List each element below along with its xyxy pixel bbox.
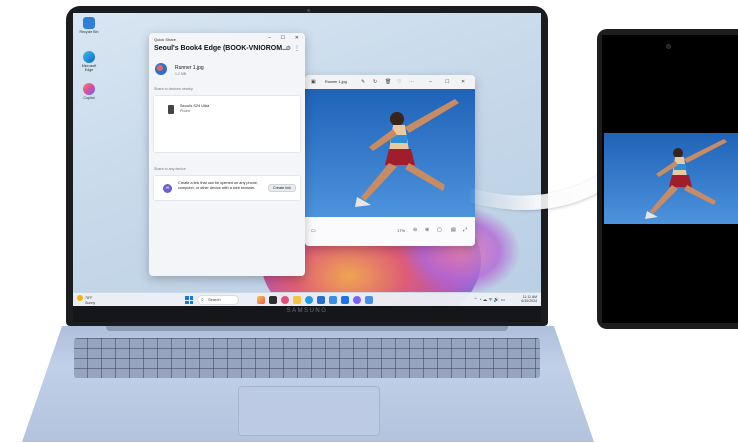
nearby-device-type: Phone: [180, 109, 191, 113]
laptop-hinge: [106, 326, 508, 331]
clock[interactable]: 11:11 AM 6/10/2024: [521, 295, 537, 304]
phone-runner-photo: [604, 133, 738, 224]
fit-icon[interactable]: ▢: [437, 227, 442, 233]
webcam: [307, 9, 310, 12]
info-icon[interactable]: ▤: [451, 227, 456, 233]
settings-gear-icon[interactable]: ⚙: [286, 45, 291, 52]
delete-icon[interactable]: 🗑: [385, 79, 391, 85]
share-link-card: ∞ Create a link that can be opened on an…: [153, 175, 301, 201]
edge-icon: [83, 51, 95, 63]
maximize-icon[interactable]: ☐: [281, 35, 285, 41]
weather-temp: 78°F: [85, 295, 93, 300]
taskbar-app-gallery-icon[interactable]: [281, 296, 289, 304]
create-link-button[interactable]: Create link: [267, 184, 296, 192]
shared-file: Runner 1.jpg 1.2 MB: [155, 63, 204, 76]
taskbar-app-photos-icon[interactable]: [365, 296, 373, 304]
any-device-heading: Share to any device: [154, 167, 186, 171]
rotate-icon[interactable]: ↻: [373, 79, 377, 85]
desktop-icon-copilot[interactable]: Copilot: [79, 83, 99, 100]
desktop-icon-recycle-bin[interactable]: Recycle Bin: [79, 17, 99, 34]
photo-viewer-window: ▣ Runner 1.jpg ✎ ↻ 🗑 ♡ ⋯ – ☐ ✕ ▭ 17% ⊖ ⊕…: [305, 75, 475, 246]
nearby-device[interactable]: Seoul's S24 Ultra Phone: [158, 100, 209, 120]
nearby-heading: Share to devices nearby: [154, 87, 193, 91]
taskbar-search[interactable]: ⌕ Search: [197, 295, 239, 305]
desktop-icon-label: Microsoft Edge: [81, 64, 97, 72]
search-icon: ⌕: [201, 297, 204, 303]
close-icon[interactable]: ✕: [461, 79, 465, 85]
runner-photo: [305, 89, 475, 217]
taskbar: 78°F Sunny ⌕ Search ⌃ ◔ ☁ ᯤ 🔊 ▭ 11:11 AM…: [73, 292, 541, 306]
recycle-bin-icon: [83, 17, 95, 29]
start-button[interactable]: [185, 296, 193, 304]
keyboard: [74, 338, 540, 378]
phone-camera: [666, 44, 671, 49]
weather-widget[interactable]: 78°F Sunny: [77, 295, 95, 305]
filmstrip-icon[interactable]: ▭: [311, 228, 316, 234]
file-thumbnail: [155, 63, 167, 75]
close-icon[interactable]: ✕: [295, 35, 299, 41]
more-options-icon[interactable]: ⋮: [294, 45, 300, 52]
sun-icon: [77, 295, 83, 301]
file-size: 1.2 MB: [175, 72, 187, 76]
link-icon: ∞: [163, 184, 172, 193]
taskbar-app-store-icon[interactable]: [317, 296, 325, 304]
zoom-level: 17%: [397, 228, 406, 233]
touchpad: [238, 386, 380, 436]
laptop-chin: SAMSUNG: [73, 306, 541, 322]
taskbar-app-quick-share-icon[interactable]: [329, 296, 337, 304]
taskbar-app-widgets-icon[interactable]: [257, 296, 265, 304]
taskbar-app-edge-icon[interactable]: [305, 296, 313, 304]
quick-share-title: Quick Share: [154, 37, 177, 42]
photo-viewer-filename: Runner 1.jpg: [325, 80, 347, 84]
taskbar-app-terminal-icon[interactable]: [269, 296, 277, 304]
taskbar-app-settings-icon[interactable]: [353, 296, 361, 304]
desktop-icon-label: Copilot: [83, 96, 95, 100]
desktop-icon-edge[interactable]: Microsoft Edge: [79, 51, 99, 72]
gallery-icon[interactable]: ▣: [311, 79, 316, 85]
copilot-icon: [83, 83, 95, 95]
clock-date: 6/10/2024: [521, 299, 537, 304]
favorite-icon[interactable]: ♡: [397, 79, 401, 85]
minimize-icon[interactable]: –: [268, 35, 271, 41]
taskbar-app-phone-link-icon[interactable]: [341, 296, 349, 304]
zoom-in-icon[interactable]: ⊕: [425, 227, 429, 233]
brand-label: SAMSUNG: [286, 308, 328, 314]
share-link-description: Create a link that can be opened on any …: [178, 181, 259, 190]
edit-icon[interactable]: ✎: [361, 79, 365, 85]
quick-share-window: Quick Share – ☐ ✕ Seoul's Book4 Edge (BO…: [149, 33, 305, 276]
minimize-icon[interactable]: –: [429, 79, 432, 85]
weather-desc: Sunny: [85, 301, 96, 305]
phone-icon: [168, 105, 174, 114]
device-name: Seoul's Book4 Edge (BOOK-VNIOROM...: [154, 45, 288, 52]
system-tray-icons[interactable]: ⌃ ◔ ☁ ᯤ 🔊 ▭: [474, 297, 505, 303]
nearby-device-name: Seoul's S24 Ultra: [180, 104, 210, 108]
zoom-out-icon[interactable]: ⊖: [413, 227, 417, 233]
photo-viewer-footer: ▭ 17% ⊖ ⊕ ▢ ▤ ⤢: [305, 217, 475, 246]
taskbar-app-file-explorer-icon[interactable]: [293, 296, 301, 304]
desktop-icon-label: Recycle Bin: [79, 30, 99, 34]
photo-viewer-titlebar: ▣ Runner 1.jpg ✎ ↻ 🗑 ♡ ⋯ – ☐ ✕: [305, 75, 475, 89]
more-icon[interactable]: ⋯: [409, 79, 414, 85]
maximize-icon[interactable]: ☐: [445, 79, 449, 85]
search-placeholder: Search: [208, 297, 221, 302]
clock-time: 11:11 AM: [522, 295, 537, 299]
nearby-devices-card: Seoul's S24 Ultra Phone: [153, 95, 301, 153]
file-name: Runner 1.jpg: [175, 65, 204, 71]
